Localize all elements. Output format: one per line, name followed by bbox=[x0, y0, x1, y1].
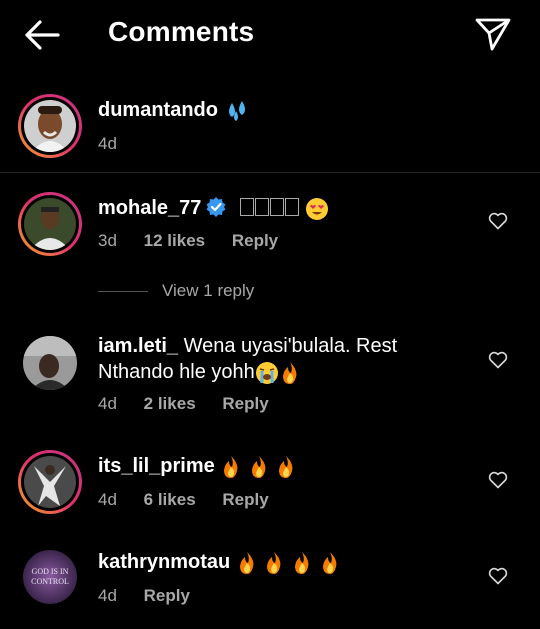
likes-count[interactable]: 2 likes bbox=[144, 394, 196, 413]
fire-emoji bbox=[282, 361, 297, 384]
heart-eyes-emoji bbox=[305, 197, 328, 220]
fire-emoji bbox=[251, 455, 266, 478]
caption-text: dumantando bbox=[98, 97, 250, 123]
comment-text: mohale_77 bbox=[98, 195, 329, 221]
reply-button[interactable]: Reply bbox=[232, 231, 278, 250]
divider bbox=[98, 291, 148, 293]
back-arrow-icon[interactable] bbox=[22, 18, 62, 52]
view-replies-link[interactable]: View 1 reply bbox=[98, 281, 254, 301]
reply-button[interactable]: Reply bbox=[222, 394, 268, 413]
divider bbox=[0, 172, 540, 173]
comment-text: its_lil_prime bbox=[98, 453, 297, 479]
fire-emoji bbox=[239, 551, 254, 574]
timestamp: 4d bbox=[98, 134, 117, 153]
loudly-crying-emoji bbox=[255, 361, 278, 384]
comment-text: iam.leti_ Wena uyasi'bulala. Rest Nthand… bbox=[98, 333, 428, 385]
comment-meta: 4d Reply bbox=[98, 586, 212, 606]
page-title: Comments bbox=[108, 16, 255, 47]
username[interactable]: its_lil_prime bbox=[98, 455, 215, 477]
heart-icon[interactable] bbox=[488, 351, 508, 369]
avatar[interactable] bbox=[18, 192, 82, 256]
unrendered-glyphs bbox=[239, 197, 299, 219]
comment-meta: 4d bbox=[98, 134, 139, 154]
fire-emoji bbox=[294, 551, 309, 574]
avatar[interactable] bbox=[18, 94, 82, 158]
comment-body: Wena uyasi'bulala. Rest bbox=[183, 335, 398, 357]
heart-icon[interactable] bbox=[488, 471, 508, 489]
direct-message-icon[interactable] bbox=[474, 16, 512, 52]
fire-emoji bbox=[267, 551, 281, 574]
fire-emoji bbox=[322, 551, 336, 574]
username[interactable]: mohale_77 bbox=[98, 197, 201, 219]
header-bar: Comments bbox=[0, 0, 540, 70]
sweat-droplets-emoji bbox=[228, 100, 245, 121]
svg-text:GOD IS IN: GOD IS IN bbox=[32, 567, 69, 576]
comment-meta: 3d 12 likes Reply bbox=[98, 231, 300, 251]
comment-meta: 4d 6 likes Reply bbox=[98, 490, 291, 510]
comment-body-line2: Nthando hle yohh bbox=[98, 361, 255, 383]
reply-button[interactable]: Reply bbox=[222, 490, 268, 509]
likes-count[interactable]: 12 likes bbox=[144, 231, 205, 250]
timestamp: 3d bbox=[98, 231, 117, 250]
reply-button[interactable]: Reply bbox=[144, 586, 190, 605]
username[interactable]: dumantando bbox=[98, 99, 218, 121]
likes-count[interactable]: 6 likes bbox=[144, 490, 196, 509]
timestamp: 4d bbox=[98, 586, 117, 605]
timestamp: 4d bbox=[98, 394, 117, 413]
avatar[interactable] bbox=[23, 336, 77, 390]
heart-icon[interactable] bbox=[488, 212, 508, 230]
avatar[interactable] bbox=[18, 450, 82, 514]
timestamp: 4d bbox=[98, 490, 117, 509]
heart-icon[interactable] bbox=[488, 567, 508, 585]
fire-emoji bbox=[279, 455, 293, 478]
username[interactable]: kathrynmotau bbox=[98, 551, 230, 573]
view-replies-label: View 1 reply bbox=[162, 281, 255, 300]
avatar[interactable]: GOD IS IN CONTROL bbox=[23, 550, 77, 604]
comment-meta: 4d 2 likes Reply bbox=[98, 394, 291, 414]
verified-badge-icon bbox=[206, 197, 226, 217]
comment-text: kathrynmotau bbox=[98, 549, 341, 575]
svg-text:CONTROL: CONTROL bbox=[31, 577, 69, 586]
fire-emoji bbox=[224, 455, 238, 478]
username[interactable]: iam.leti_ bbox=[98, 335, 178, 357]
